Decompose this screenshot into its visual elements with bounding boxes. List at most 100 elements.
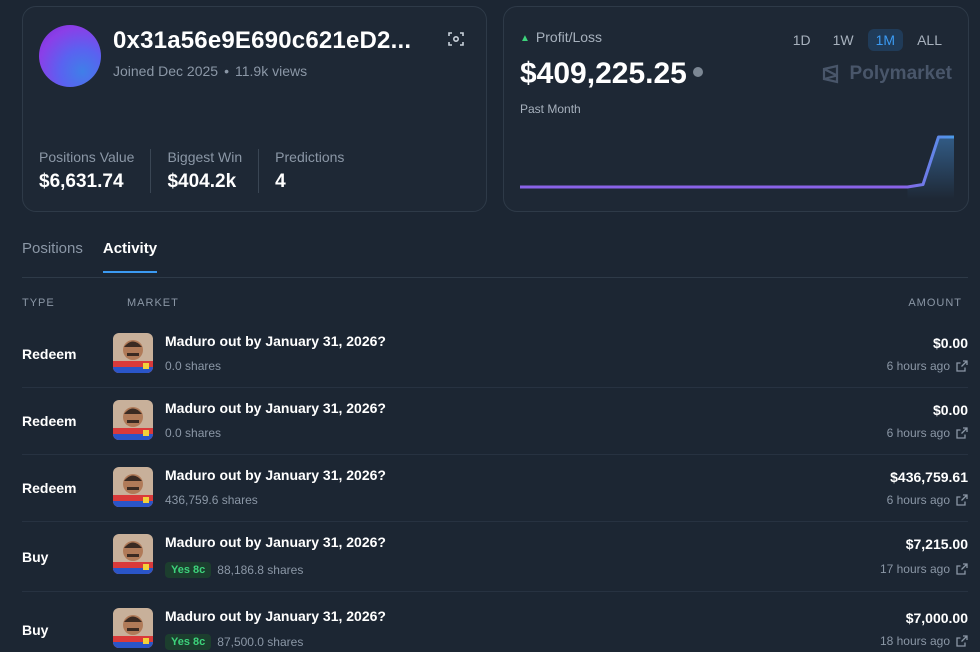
row-subtext: 436,759.6 shares bbox=[165, 493, 258, 507]
share-count: 0.0 shares bbox=[165, 426, 222, 440]
stat-positions-value: Positions Value $6,631.74 bbox=[39, 149, 152, 193]
column-header-type: TYPE bbox=[22, 297, 55, 309]
table-row[interactable]: Buy Maduro out by January 31, 2026? Yes … bbox=[22, 522, 968, 592]
market-thumbnail[interactable] bbox=[113, 400, 153, 440]
profile-card: 0x31a56e9E690c621eD2... Joined Dec 2025 •… bbox=[22, 6, 487, 212]
row-amount: $0.00 bbox=[932, 335, 968, 351]
table-row[interactable]: Buy Maduro out by January 31, 2026? Yes … bbox=[22, 594, 968, 652]
outcome-badge: Yes 8c bbox=[165, 634, 212, 650]
market-portrait-icon bbox=[113, 608, 153, 648]
row-time: 17 hours ago bbox=[880, 562, 968, 576]
pnl-value: $409,225.25 bbox=[520, 57, 703, 91]
time-text: 6 hours ago bbox=[886, 426, 950, 440]
time-text: 17 hours ago bbox=[879, 562, 950, 576]
market-portrait-icon bbox=[113, 333, 153, 373]
stat-value: 4 bbox=[275, 171, 286, 192]
pnl-area bbox=[907, 137, 954, 199]
range-all[interactable]: ALL bbox=[909, 29, 950, 51]
row-type: Buy bbox=[22, 622, 49, 638]
row-subtext: Yes 8c 88,186.8 shares bbox=[165, 562, 303, 578]
row-time: 6 hours ago bbox=[887, 359, 968, 373]
stat-label: Predictions bbox=[275, 149, 345, 165]
stat-value: $6,631.74 bbox=[39, 171, 124, 192]
row-subtext: Yes 8c 87,500.0 shares bbox=[165, 634, 303, 650]
trend-up-icon: ▲ bbox=[520, 33, 530, 44]
external-link-icon[interactable] bbox=[956, 360, 968, 372]
row-type: Redeem bbox=[22, 346, 77, 362]
row-type: Redeem bbox=[22, 480, 77, 496]
market-title[interactable]: Maduro out by January 31, 2026? bbox=[165, 534, 386, 550]
range-1w[interactable]: 1W bbox=[825, 29, 862, 51]
wallet-address[interactable]: 0x31a56e9E690c621eD2... bbox=[113, 27, 411, 55]
external-link-icon[interactable] bbox=[956, 427, 968, 439]
market-title[interactable]: Maduro out by January 31, 2026? bbox=[165, 467, 386, 483]
tab-activity[interactable]: Activity bbox=[102, 240, 158, 273]
info-icon[interactable] bbox=[692, 67, 703, 77]
row-type: Buy bbox=[22, 549, 49, 565]
share-count: 87,500.0 shares bbox=[217, 635, 304, 649]
stat-value: $404.2k bbox=[167, 171, 237, 192]
market-portrait-icon bbox=[113, 534, 153, 574]
pnl-label: ▲ Profit/Loss bbox=[520, 29, 602, 45]
tab-bar: Positions Activity bbox=[22, 240, 158, 273]
range-1d[interactable]: 1D bbox=[785, 29, 819, 51]
range-1m[interactable]: 1M bbox=[867, 29, 904, 51]
share-count: 88,186.8 shares bbox=[217, 563, 304, 577]
external-link-icon[interactable] bbox=[956, 635, 968, 647]
outcome-badge: Yes 8c bbox=[165, 562, 212, 578]
table-row[interactable]: Redeem Maduro out by January 31, 2026? 0… bbox=[22, 388, 968, 455]
external-link-icon[interactable] bbox=[956, 563, 968, 575]
table-row[interactable]: Redeem Maduro out by January 31, 2026? 0… bbox=[22, 321, 968, 388]
row-time: 6 hours ago bbox=[887, 493, 968, 507]
time-text: 6 hours ago bbox=[886, 359, 950, 373]
row-amount: $436,759.61 bbox=[890, 469, 968, 485]
tab-divider bbox=[22, 277, 968, 278]
row-amount: $7,215.00 bbox=[905, 536, 968, 552]
pnl-card: ▲ Profit/Loss $409,225.25 Past Month 1D 1… bbox=[503, 6, 969, 212]
stat-predictions: Predictions 4 bbox=[275, 149, 360, 193]
row-subtext: 0.0 shares bbox=[165, 359, 221, 373]
pnl-amount: $409,225.25 bbox=[520, 57, 687, 90]
share-count: 436,759.6 shares bbox=[165, 493, 258, 507]
pnl-label-text: Profit/Loss bbox=[535, 29, 603, 45]
row-time: 6 hours ago bbox=[887, 426, 968, 440]
row-amount: $7,000.00 bbox=[905, 610, 968, 626]
stat-label: Positions Value bbox=[39, 149, 135, 165]
share-count: 0.0 shares bbox=[165, 359, 222, 373]
market-thumbnail[interactable] bbox=[113, 467, 153, 507]
brand-logo: Polymarket bbox=[820, 63, 952, 85]
stat-label: Biggest Win bbox=[167, 149, 243, 165]
market-thumbnail[interactable] bbox=[113, 534, 153, 574]
qr-scan-icon[interactable] bbox=[448, 31, 464, 47]
profile-stats: Positions Value $6,631.74 Biggest Win $4… bbox=[39, 149, 376, 193]
market-title[interactable]: Maduro out by January 31, 2026? bbox=[165, 400, 386, 416]
market-title[interactable]: Maduro out by January 31, 2026? bbox=[165, 608, 386, 624]
range-selector: 1D 1W 1M ALL bbox=[785, 29, 950, 51]
page: 0x31a56e9E690c621eD2... Joined Dec 2025 •… bbox=[0, 0, 980, 652]
table-row[interactable]: Redeem Maduro out by January 31, 2026? 4… bbox=[22, 455, 968, 522]
profile-meta: Joined Dec 2025 • 11.9k views bbox=[113, 63, 308, 79]
row-time: 18 hours ago bbox=[880, 634, 968, 648]
market-portrait-icon bbox=[113, 467, 153, 507]
column-header-market: MARKET bbox=[127, 297, 179, 309]
brand-name: Polymarket bbox=[849, 63, 952, 84]
pnl-line bbox=[520, 135, 954, 189]
market-thumbnail[interactable] bbox=[113, 608, 153, 648]
market-thumbnail[interactable] bbox=[113, 333, 153, 373]
tab-positions[interactable]: Positions bbox=[22, 240, 83, 273]
market-title[interactable]: Maduro out by January 31, 2026? bbox=[165, 333, 386, 349]
market-portrait-icon bbox=[113, 400, 153, 440]
row-type: Redeem bbox=[22, 413, 77, 429]
time-text: 6 hours ago bbox=[886, 493, 950, 507]
polymarket-logo-icon bbox=[822, 64, 838, 84]
row-amount: $0.00 bbox=[932, 402, 968, 418]
pnl-chart bbox=[520, 135, 954, 199]
external-link-icon[interactable] bbox=[956, 494, 968, 506]
column-header-amount: AMOUNT bbox=[908, 297, 962, 309]
joined-date: Joined Dec 2025 bbox=[113, 63, 219, 79]
avatar bbox=[39, 25, 101, 87]
view-count: 11.9k views bbox=[234, 63, 308, 79]
time-text: 18 hours ago bbox=[879, 634, 950, 648]
stat-biggest-win: Biggest Win $404.2k bbox=[167, 149, 260, 193]
row-subtext: 0.0 shares bbox=[165, 426, 221, 440]
